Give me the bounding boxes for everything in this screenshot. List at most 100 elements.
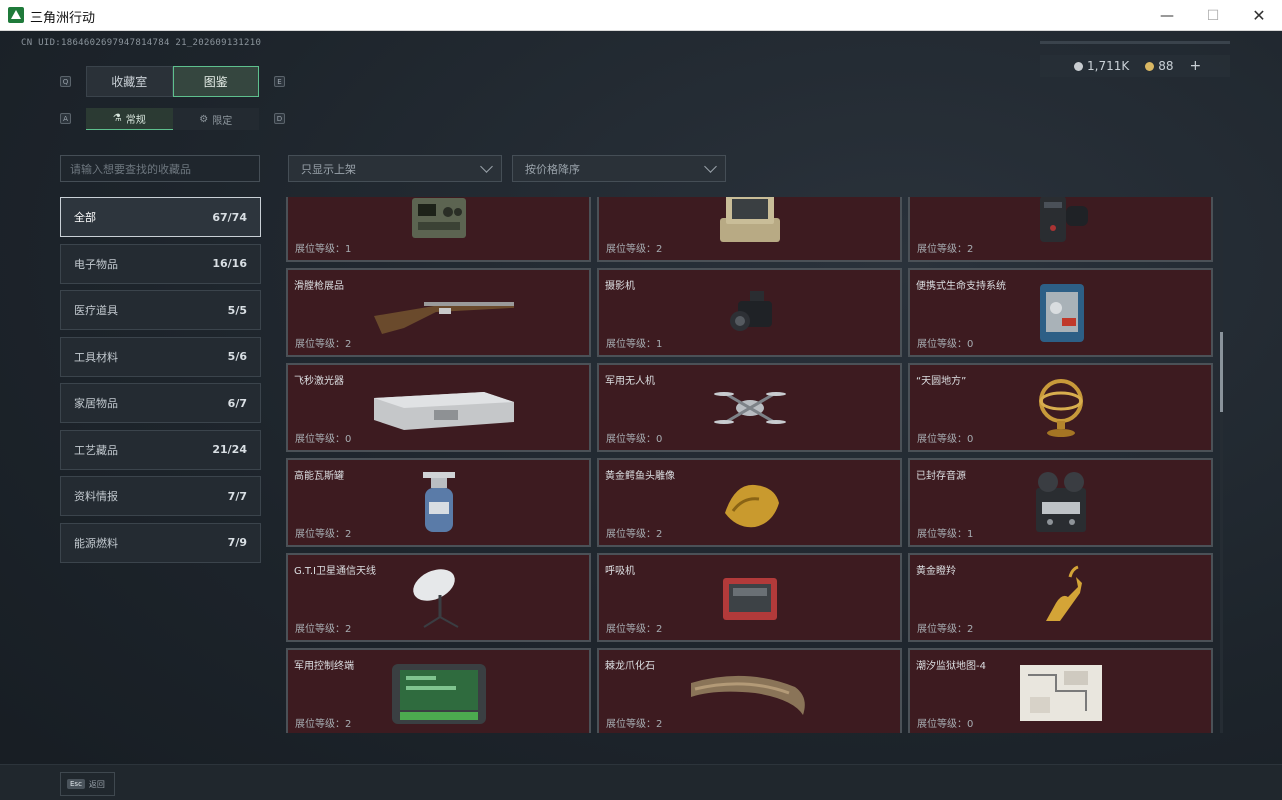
category-household[interactable]: 家居物品 6/7: [60, 383, 261, 423]
category-count: 16/16: [212, 257, 247, 270]
subtab-limited-label: 限定: [212, 115, 233, 127]
category-label: 全部: [74, 211, 96, 224]
item-name: 军用无人机: [605, 376, 655, 387]
currency-panel: 1,711K 88 +: [1040, 55, 1230, 77]
gold-coin-icon: [1145, 61, 1155, 71]
item-display-level: 展位等级：2: [295, 529, 352, 540]
satellite-dish-icon: [364, 563, 514, 633]
item-display-level: 展位等级：2: [606, 244, 663, 255]
collection-item-card[interactable]: 棘龙爪化石 展位等级：2: [597, 648, 902, 733]
collection-item-card[interactable]: 展位等级：2: [908, 197, 1213, 262]
subtab-regular-label: 常规: [125, 115, 146, 126]
category-count: 5/6: [227, 350, 247, 363]
maximize-button[interactable]: ☐: [1190, 0, 1236, 31]
gas-tank-icon: [364, 468, 514, 538]
item-display-level: 展位等级：2: [917, 244, 974, 255]
scrollbar-thumb[interactable]: [1220, 332, 1223, 412]
collection-item-card[interactable]: 高能瓦斯罐 展位等级：2: [286, 458, 591, 547]
item-name: 军用控制终端: [294, 661, 354, 672]
gold-crocodile-icon: [675, 468, 825, 538]
category-label: 能源燃料: [74, 536, 118, 550]
search-input[interactable]: 请输入想要查找的收藏品: [60, 155, 260, 182]
category-label: 资料情报: [74, 490, 118, 503]
collection-item-card[interactable]: 潮汐监狱地图-4 展位等级：0: [908, 648, 1213, 733]
item-grid: 展位等级：1 展位等级：2 展位等级：2 滑膛枪展品 展位等级：2 摄影机 展位等级：1 便携…: [286, 197, 1216, 733]
shelf-filter-dropdown[interactable]: 只显示上架: [288, 155, 502, 182]
item-name: 摄影机: [605, 281, 635, 292]
item-name: “天圆地方”: [916, 376, 967, 387]
item-display-level: 展位等级：2: [295, 624, 352, 635]
item-display-level: 展位等级：2: [295, 339, 352, 350]
silver-coin-icon: [1074, 61, 1083, 71]
category-all[interactable]: 全部 67/74: [60, 197, 261, 237]
item-display-level: 展位等级：0: [295, 434, 352, 445]
category-label: 家居物品: [74, 397, 118, 410]
category-electronics[interactable]: 电子物品 16/16: [60, 243, 261, 284]
field-terminal-icon: [675, 197, 825, 253]
back-button[interactable]: Esc 返回: [60, 772, 115, 796]
shelf-filter-value: 只显示上架: [301, 162, 356, 176]
item-display-level: 展位等级：0: [606, 434, 663, 445]
category-medical[interactable]: 医疗道具 5/5: [60, 290, 261, 330]
collection-item-card[interactable]: 展位等级：1: [286, 197, 591, 262]
category-tools[interactable]: 工具材料 5/6: [60, 336, 261, 377]
esc-key-hint: Esc: [67, 779, 85, 789]
item-display-level: 展位等级：2: [606, 529, 663, 540]
category-count: 7/7: [227, 489, 247, 503]
game-screen: CN UID:1864602697947814784 21_2026091312…: [0, 31, 1282, 800]
minimize-button[interactable]: —: [1144, 0, 1190, 31]
collection-item-card[interactable]: 黄金鳄鱼头雕像 展位等级：2: [597, 458, 902, 547]
tab-collection-room[interactable]: 收藏室: [86, 66, 173, 97]
item-name: 黄金鳄鱼头雕像: [605, 471, 675, 482]
laser-case-icon: [364, 373, 514, 443]
collection-item-card[interactable]: 飞秒激光器 展位等级：0: [286, 363, 591, 452]
sort-dropdown[interactable]: 按价格降序: [512, 155, 726, 182]
ventilator-icon: [675, 563, 825, 633]
collection-item-card[interactable]: G.T.I卫星通信天线 展位等级：2: [286, 553, 591, 642]
key-hint-a: A: [60, 113, 71, 124]
collection-item-card[interactable]: 军用无人机展位等级：0: [597, 363, 902, 452]
footer-bar: Esc 返回: [0, 764, 1282, 800]
title-bar: 三角洲行动 — ☐ ✕: [0, 0, 1282, 31]
item-display-level: 展位等级：2: [917, 624, 974, 635]
item-name: 棘龙爪化石: [605, 661, 655, 672]
item-display-level: 展位等级：0: [917, 339, 974, 350]
collection-item-card[interactable]: 已封存音源 展位等级：1: [908, 458, 1213, 547]
chevron-down-icon: [480, 160, 493, 173]
collection-item-card[interactable]: 滑膛枪展品 展位等级：2: [286, 268, 591, 357]
category-crafts[interactable]: 工艺藏品 21/24: [60, 429, 261, 470]
subtab-regular[interactable]: ⚗ 常规: [86, 108, 173, 130]
player-uid: CN UID:1864602697947814784 21_2026091312…: [21, 38, 262, 48]
collection-item-card[interactable]: 便携式生命支持系统 展位等级：0: [908, 268, 1213, 357]
collection-item-card[interactable]: 摄影机展位等级：1: [597, 268, 902, 357]
collection-item-card[interactable]: 展位等级：2: [597, 197, 902, 262]
category-label: 电子物品: [74, 257, 118, 271]
item-name: 黄金瞪羚: [916, 566, 956, 577]
collection-item-card[interactable]: 军用控制终端 展位等级：2: [286, 648, 591, 733]
category-energy[interactable]: 能源燃料 7/9: [60, 522, 261, 563]
item-display-level: 展位等级：2: [295, 719, 352, 730]
item-name: 呼吸机: [605, 566, 635, 577]
tab-catalog[interactable]: 图鉴: [172, 66, 259, 97]
main-tabs: 收藏室 图鉴: [86, 66, 259, 97]
add-currency-button[interactable]: +: [1190, 58, 1202, 74]
key-hint-e: E: [274, 76, 285, 87]
category-count: 6/7: [227, 396, 247, 410]
item-display-level: 展位等级：1: [295, 244, 352, 255]
life-support-icon: [986, 278, 1136, 348]
collection-item-card[interactable]: 呼吸机展位等级：2: [597, 553, 902, 642]
item-name: 已封存音源: [916, 471, 966, 482]
close-button[interactable]: ✕: [1236, 0, 1282, 31]
armillary-sphere-icon: [986, 373, 1136, 443]
subtab-limited[interactable]: ⚙ 限定: [172, 108, 259, 130]
collection-item-card[interactable]: 黄金瞪羚展位等级：2: [908, 553, 1213, 642]
item-display-level: 展位等级：1: [606, 339, 663, 350]
category-count: 7/9: [227, 536, 247, 549]
category-intel[interactable]: 资料情报 7/7: [60, 476, 261, 516]
grid-scrollbar[interactable]: [1220, 197, 1223, 733]
item-display-level: 展位等级：2: [606, 624, 663, 635]
category-count: 5/5: [227, 303, 247, 317]
item-name: 便携式生命支持系统: [916, 281, 1006, 292]
collection-item-card[interactable]: “天圆地方” 展位等级：0: [908, 363, 1213, 452]
app-logo-icon: [8, 7, 24, 23]
